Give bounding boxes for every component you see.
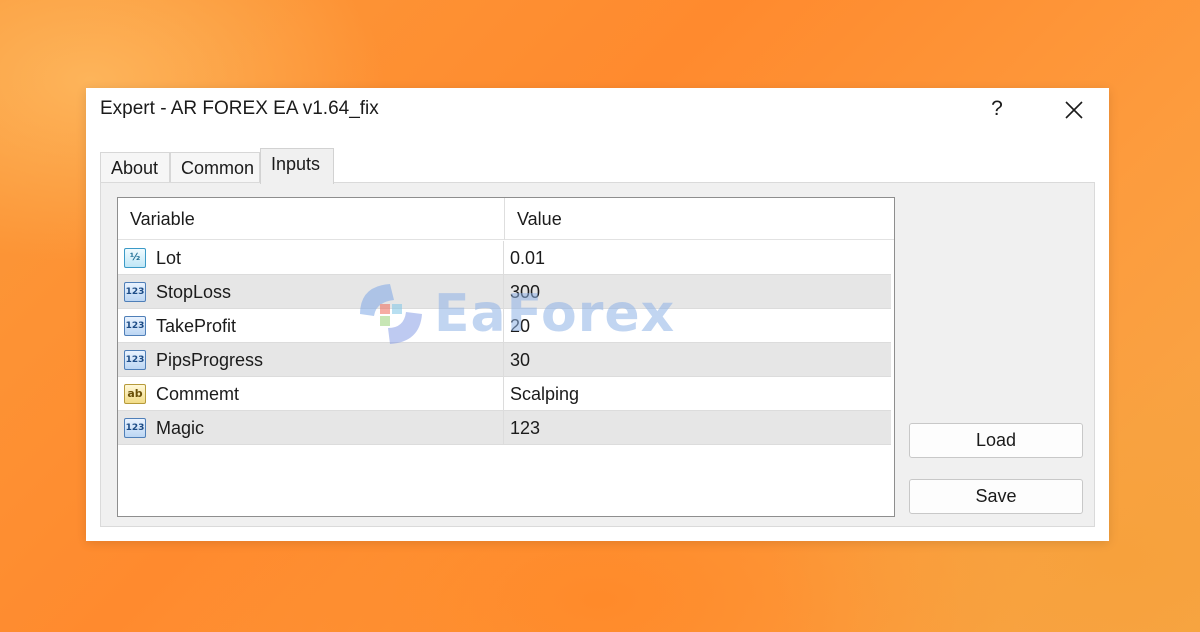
variable-cell: ½ Lot <box>118 241 504 275</box>
table-row[interactable]: 123 Magic 123 <box>118 411 891 445</box>
help-button[interactable]: ? <box>984 94 1010 124</box>
inputs-grid[interactable]: Variable Value ½ Lot 0.01 123 StopLoss 3… <box>117 197 895 517</box>
integer-type-icon: 123 <box>124 316 146 336</box>
column-header-variable[interactable]: Variable <box>118 198 504 240</box>
table-row[interactable]: 123 StopLoss 300 <box>118 275 891 309</box>
integer-type-icon: 123 <box>124 350 146 370</box>
table-row[interactable]: 123 PipsProgress 30 <box>118 343 891 377</box>
variable-name: TakeProfit <box>156 316 237 336</box>
variable-cell: 123 StopLoss <box>118 275 504 309</box>
save-button[interactable]: Save <box>909 479 1083 514</box>
variable-cell: 123 PipsProgress <box>118 343 504 377</box>
fraction-type-icon: ½ <box>124 248 146 268</box>
table-row[interactable]: ½ Lot 0.01 <box>118 241 891 275</box>
variable-name: Magic <box>156 418 205 438</box>
load-button[interactable]: Load <box>909 423 1083 458</box>
integer-type-icon: 123 <box>124 282 146 302</box>
column-header-value[interactable]: Value <box>504 198 891 240</box>
tab-about[interactable]: About <box>100 152 170 183</box>
integer-type-icon: 123 <box>124 418 146 438</box>
string-type-icon: ab <box>124 384 146 404</box>
inputs-panel: Variable Value ½ Lot 0.01 123 StopLoss 3… <box>100 182 1095 527</box>
value-cell[interactable]: Scalping <box>504 377 891 411</box>
grid-header: Variable Value <box>118 198 894 240</box>
expert-dialog: Expert - AR FOREX EA v1.64_fix ? About C… <box>86 88 1109 541</box>
variable-name: PipsProgress <box>156 350 264 370</box>
value-cell[interactable]: 300 <box>504 275 891 309</box>
variable-name: Commemt <box>156 384 240 404</box>
value-cell[interactable]: 30 <box>504 343 891 377</box>
close-icon <box>1065 101 1083 119</box>
title-bar: Expert - AR FOREX EA v1.64_fix ? <box>86 88 1109 130</box>
value-cell[interactable]: 123 <box>504 411 891 445</box>
close-button[interactable] <box>1056 94 1090 124</box>
table-row[interactable]: ab Commemt Scalping <box>118 377 891 411</box>
tab-common[interactable]: Common <box>170 152 260 183</box>
variable-cell: ab Commemt <box>118 377 504 411</box>
table-row[interactable]: 123 TakeProfit 20 <box>118 309 891 343</box>
variable-name: StopLoss <box>156 282 232 302</box>
variable-name: Lot <box>156 248 182 268</box>
variable-cell: 123 Magic <box>118 411 504 445</box>
variable-cell: 123 TakeProfit <box>118 309 504 343</box>
value-cell[interactable]: 0.01 <box>504 241 891 275</box>
value-cell[interactable]: 20 <box>504 309 891 343</box>
window-title: Expert - AR FOREX EA v1.64_fix <box>100 98 379 119</box>
tab-inputs[interactable]: Inputs <box>260 148 334 184</box>
